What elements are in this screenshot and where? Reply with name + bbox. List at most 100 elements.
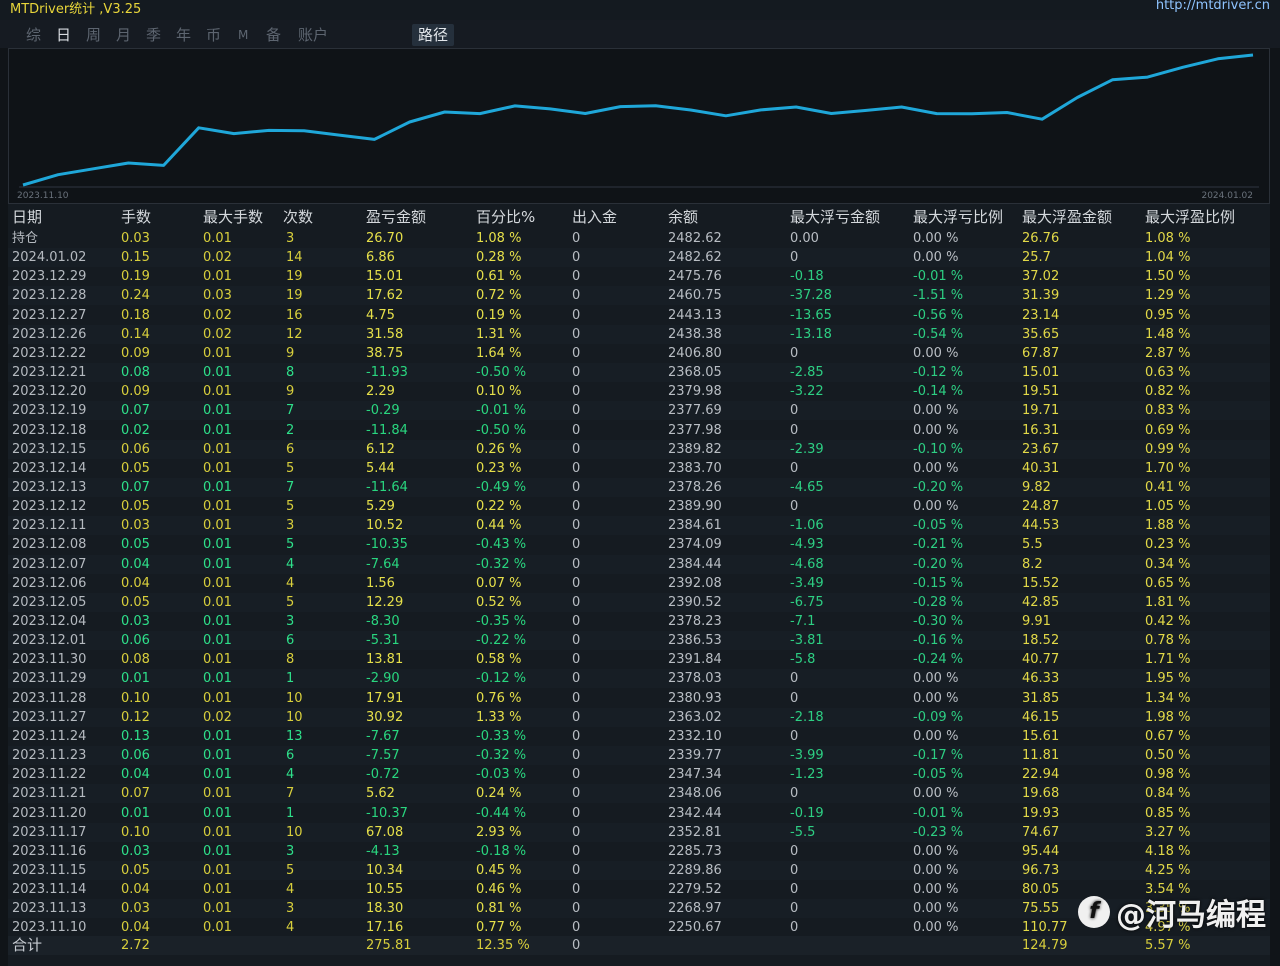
watermark: f @河马编程 — [1078, 890, 1266, 934]
table-row[interactable]: 2023.12.27 0.18 0.02 16 4.75 0.19 % 0 2443.13 -1… — [8, 306, 1270, 325]
cell-max-float-loss-ratio: -0.23 % — [913, 824, 964, 840]
cell-date: 2023.12.12 — [12, 499, 87, 515]
table-row[interactable]: 2023.11.29 0.01 0.01 1 -2.90 -0.12 % 0 2378.03 0… — [8, 669, 1270, 689]
table-row[interactable]: 2023.12.19 0.07 0.01 7 -0.29 -0.01 % 0 2377.69 0… — [8, 401, 1270, 421]
cell-max-lots: 0.01 — [203, 556, 232, 572]
table-row[interactable]: 2023.12.07 0.04 0.01 4 -7.64 -0.32 % 0 2384.44 -… — [8, 554, 1270, 574]
cell-max-float-loss-ratio: 0.00 % — [913, 843, 959, 859]
table-row[interactable]: 2023.12.04 0.03 0.01 3 -8.30 -0.35 % 0 2378.23 -… — [8, 612, 1270, 631]
table-row[interactable]: 2024.01.02 0.15 0.02 14 6.86 0.28 % 0 2482.62 0 0… — [8, 248, 1270, 268]
cell-max-float-loss-ratio: -0.28 % — [913, 594, 964, 610]
table-row[interactable]: 2023.12.11 0.03 0.01 3 10.52 0.44 % 0 2384.61 -1… — [8, 516, 1270, 536]
cell-profit: -0.72 — [366, 767, 400, 783]
tab-account[interactable]: 账户 — [296, 24, 330, 46]
tab-quarter[interactable]: 季 — [144, 24, 163, 46]
header-deposit[interactable]: 出入金 — [572, 208, 617, 227]
header-max-lots[interactable]: 最大手数 — [203, 208, 263, 227]
cell-max-float-gain-ratio: 0.84 % — [1145, 786, 1191, 802]
table-row[interactable]: 2023.12.28 0.24 0.03 19 17.62 0.72 % 0 2460.75 -… — [8, 286, 1270, 306]
cell-max-float-gain-ratio: 1.95 % — [1145, 671, 1191, 687]
table-row[interactable]: 2023.12.08 0.05 0.01 5 -10.35 -0.43 % 0 2374.09… — [8, 535, 1270, 554]
cell-max-float-gain: 46.15 — [1022, 709, 1060, 725]
cell-max-float-loss: -4.65 — [790, 479, 824, 495]
cell-percent: 0.23 % — [476, 460, 522, 476]
cell-max-float-loss-ratio: 0.00 % — [913, 671, 959, 687]
header-max-float-loss-ratio[interactable]: 最大浮亏比例 — [913, 208, 1003, 227]
tab-path[interactable]: 路径 — [412, 24, 455, 46]
cell-count: 13 — [286, 728, 303, 744]
cell-max-float-loss-ratio: 0.00 % — [913, 728, 959, 744]
table-row[interactable]: 2023.11.15 0.05 0.01 5 10.34 0.45 % 0 2289.86 0 0… — [8, 860, 1270, 880]
tab-summary[interactable]: 综 — [24, 24, 43, 46]
cell-profit: 6.86 — [366, 250, 395, 266]
cell-profit: 10.55 — [366, 882, 404, 898]
tab-notes[interactable]: 备 — [264, 24, 283, 46]
tab-month[interactable]: 月 — [114, 24, 133, 46]
cell-count: 5 — [286, 460, 295, 476]
table-row[interactable]: 2023.12.22 0.09 0.01 9 38.75 1.64 % 0 2406.80 0 0… — [8, 344, 1270, 363]
cell-max-float-loss: -13.65 — [790, 307, 832, 323]
cell-deposit: 0 — [572, 345, 581, 361]
cell-date: 2023.12.06 — [12, 575, 87, 591]
table-row[interactable]: 2023.11.16 0.03 0.01 3 -4.13 -0.18 % 0 2285.73 0… — [8, 842, 1270, 861]
cell-max-float-gain: 25.7 — [1022, 250, 1051, 266]
header-balance[interactable]: 余额 — [668, 208, 698, 227]
cell-profit: 15.01 — [366, 269, 404, 285]
table-row[interactable]: 2023.12.14 0.05 0.01 5 5.44 0.23 % 0 2383.70 0 0.… — [8, 459, 1270, 478]
table-row[interactable]: 2023.12.29 0.19 0.01 19 15.01 0.61 % 0 2475.76 -… — [8, 267, 1270, 286]
table-row[interactable]: 2023.12.15 0.06 0.01 6 6.12 0.26 % 0 2389.82 -2.… — [8, 439, 1270, 459]
cell-lots: 0.14 — [121, 326, 150, 342]
header-max-float-gain-ratio[interactable]: 最大浮盈比例 — [1145, 208, 1235, 227]
cell-profit: 17.16 — [366, 920, 404, 936]
header-max-float-loss[interactable]: 最大浮亏金额 — [790, 208, 880, 227]
table-row[interactable]: 2023.12.18 0.02 0.01 2 -11.84 -0.50 % 0 2377.98… — [8, 421, 1270, 440]
table-row[interactable]: 2023.11.17 0.10 0.01 10 67.08 2.93 % 0 2352.81 -… — [8, 822, 1270, 842]
cell-percent: -0.35 % — [476, 614, 527, 629]
cell-profit: 2.29 — [366, 384, 395, 400]
cell-date: 2023.12.26 — [12, 326, 87, 342]
cell-max-float-loss-ratio: -0.17 % — [913, 748, 964, 764]
site-link[interactable]: http://mtdriver.cn — [1156, 0, 1270, 13]
table-row[interactable]: 2023.11.21 0.07 0.01 7 5.62 0.24 % 0 2348.06 0 0.… — [8, 784, 1270, 804]
cell-max-float-loss: 0 — [790, 690, 799, 706]
cell-max-float-gain: 44.53 — [1022, 518, 1060, 534]
tab-m[interactable]: M — [236, 24, 250, 46]
table-row[interactable]: 2023.12.13 0.07 0.01 7 -11.64 -0.49 % 0 2378.26… — [8, 477, 1270, 497]
cell-date: 2023.12.20 — [12, 384, 87, 400]
cell-max-float-gain: 15.52 — [1022, 575, 1060, 591]
cell-deposit: 0 — [572, 556, 581, 572]
table-row[interactable]: 持仓 0.03 0.01 3 26.70 1.08 % 0 2482.62 0.00 0.00 %… — [8, 229, 1270, 248]
cell-max-float-gain: 5.5 — [1022, 537, 1043, 553]
table-row[interactable]: 2023.11.28 0.10 0.01 10 17.91 0.76 % 0 2380.93 0… — [8, 689, 1270, 708]
tab-week[interactable]: 周 — [84, 24, 103, 46]
header-date[interactable]: 日期 — [12, 208, 42, 227]
cell-max-float-loss-ratio: 0.00 % — [913, 403, 959, 419]
table-row[interactable]: 2023.12.26 0.14 0.02 12 31.58 1.31 % 0 2438.38 -… — [8, 324, 1270, 344]
cell-max-float-gain-ratio: 2.87 % — [1145, 345, 1191, 361]
header-profit[interactable]: 盈亏金额 — [366, 208, 426, 227]
tab-day[interactable]: 日 — [54, 24, 73, 46]
header-count[interactable]: 次数 — [283, 208, 313, 227]
table-row[interactable]: 2023.11.30 0.08 0.01 8 13.81 0.58 % 0 2391.84 -5… — [8, 650, 1270, 669]
cell-lots: 0.04 — [121, 575, 150, 591]
header-percent[interactable]: 百分比% — [476, 208, 535, 227]
table-row[interactable]: 2023.12.06 0.04 0.01 4 1.56 0.07 % 0 2392.08 -3.… — [8, 574, 1270, 593]
table-row[interactable]: 2023.12.20 0.09 0.01 9 2.29 0.10 % 0 2379.98 -3.… — [8, 382, 1270, 401]
table-row[interactable]: 2023.12.12 0.05 0.01 5 5.29 0.22 % 0 2389.90 0 0.… — [8, 497, 1270, 516]
cell-profit: 1.56 — [366, 575, 395, 591]
table-row[interactable]: 2023.12.21 0.08 0.01 8 -11.93 -0.50 % 0 2368.05… — [8, 363, 1270, 383]
cell-max-lots: 0.01 — [203, 882, 232, 898]
table-row[interactable]: 2023.11.23 0.06 0.01 6 -7.57 -0.32 % 0 2339.77 -… — [8, 746, 1270, 766]
cell-balance: 2379.98 — [668, 384, 722, 400]
tab-currency[interactable]: 币 — [204, 24, 223, 46]
table-row[interactable]: 2023.11.27 0.12 0.02 10 30.92 1.33 % 0 2363.02 -… — [8, 707, 1270, 727]
header-lots[interactable]: 手数 — [121, 208, 151, 227]
tab-year[interactable]: 年 — [174, 24, 193, 46]
header-max-float-gain[interactable]: 最大浮盈金额 — [1022, 208, 1112, 227]
table-row[interactable]: 2023.11.20 0.01 0.01 1 -10.37 -0.44 % 0 2342.44… — [8, 804, 1270, 823]
table-row[interactable]: 2023.11.22 0.04 0.01 4 -0.72 -0.03 % 0 2347.34 -… — [8, 765, 1270, 784]
table-row[interactable]: 2023.12.01 0.06 0.01 6 -5.31 -0.22 % 0 2386.53 -… — [8, 631, 1270, 651]
cell-max-float-gain-ratio: 4.25 % — [1145, 862, 1191, 878]
table-row[interactable]: 2023.11.24 0.13 0.01 13 -7.67 -0.33 % 0 2332.10… — [8, 727, 1270, 746]
table-row[interactable]: 2023.12.05 0.05 0.01 5 12.29 0.52 % 0 2390.52 -6… — [8, 592, 1270, 612]
